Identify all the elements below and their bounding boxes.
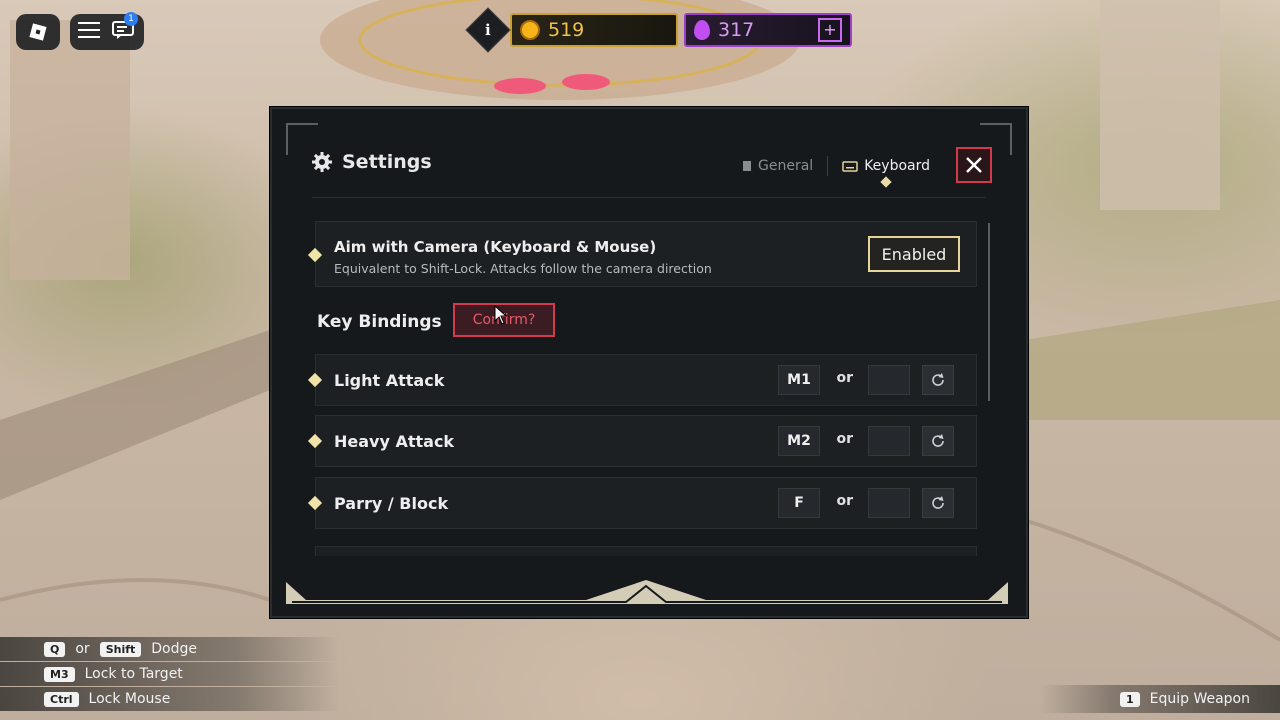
gem-amount: 317 (718, 19, 755, 41)
hint-equip-weapon: 1 Equip Weapon (1039, 685, 1280, 713)
chat-badge: 1 (124, 12, 138, 26)
row-diamond-marker (307, 495, 323, 511)
tab-keyboard-label: Keyboard (864, 158, 930, 174)
book-icon (743, 161, 751, 171)
secondary-key-slot[interactable] (868, 426, 910, 456)
aim-camera-description: Equivalent to Shift-Lock. Attacks follow… (334, 261, 712, 276)
gem-currency: 317 + (684, 13, 852, 47)
primary-key-slot[interactable]: M1 (778, 365, 820, 395)
binding-row-heavy-attack: Heavy Attack M2 or (307, 415, 977, 467)
settings-panel: Settings General Keyboard Aim with Camer… (270, 107, 1028, 618)
hint-label: Lock Mouse (88, 691, 171, 707)
aim-camera-title: Aim with Camera (Keyboard & Mouse) (334, 238, 657, 256)
scrollbar[interactable] (988, 223, 990, 401)
close-icon (966, 157, 982, 173)
header-divider (312, 197, 986, 198)
hint-or: or (75, 641, 90, 657)
binding-name: Parry / Block (334, 494, 449, 513)
top-left-controls: 1 (16, 12, 144, 50)
binding-row-light-attack: Light Attack M1 or (307, 354, 977, 406)
aim-camera-toggle[interactable]: Enabled (868, 236, 960, 272)
or-label: or (836, 370, 853, 386)
mouse-cursor-icon (494, 305, 508, 325)
hint-label: Equip Weapon (1149, 691, 1250, 707)
refresh-icon (932, 373, 944, 386)
hint-lock-mouse: Ctrl Lock Mouse (0, 687, 340, 711)
keyboard-icon (842, 161, 858, 172)
refresh-icon (932, 434, 944, 447)
settings-header: Settings (312, 151, 432, 173)
panel-bottom-ornament (286, 580, 1008, 604)
row-diamond-marker (307, 372, 323, 388)
keycap: Q (44, 641, 66, 657)
reset-binding-button[interactable] (922, 426, 954, 456)
refresh-icon (932, 496, 944, 509)
binding-row-partial (315, 546, 977, 556)
roblox-logo-icon (29, 23, 47, 41)
primary-key-slot[interactable]: F (778, 488, 820, 518)
or-label: or (836, 431, 853, 447)
keycap: Shift (99, 641, 142, 657)
info-icon: i (485, 20, 491, 39)
primary-key-slot[interactable]: M2 (778, 426, 820, 456)
settings-tabs: General Keyboard (742, 156, 930, 176)
row-diamond-marker (307, 433, 323, 449)
menu-chat-group: 1 (70, 12, 144, 50)
secondary-key-slot[interactable] (868, 365, 910, 395)
hint-dodge: Q or Shift Dodge (0, 637, 340, 661)
reset-binding-button[interactable] (922, 488, 954, 518)
binding-name: Light Attack (334, 371, 445, 390)
gold-amount: 519 (548, 19, 585, 41)
hint-lock-target: M3 Lock to Target (0, 662, 340, 686)
binding-name: Heavy Attack (334, 432, 455, 451)
or-label: or (836, 493, 853, 509)
hint-label: Lock to Target (84, 666, 183, 682)
tab-divider (827, 156, 829, 176)
gold-currency: 519 (510, 13, 678, 47)
close-button[interactable] (956, 147, 992, 183)
currency-bar: i 519 317 + (465, 7, 852, 53)
info-button[interactable]: i (465, 7, 511, 53)
buy-gems-button[interactable]: + (818, 18, 842, 42)
settings-title: Settings (342, 151, 432, 173)
roblox-logo-button[interactable] (16, 14, 60, 50)
gem-icon (694, 20, 710, 40)
control-hints: Q or Shift Dodge M3 Lock to Target Ctrl … (0, 637, 340, 712)
key-bindings-label: Key Bindings (317, 312, 442, 332)
aim-camera-setting: Aim with Camera (Keyboard & Mouse) Equiv… (307, 221, 977, 287)
keycap: 1 (1119, 691, 1140, 707)
keycap: Ctrl (44, 691, 79, 707)
keycap: M3 (44, 666, 75, 682)
gear-icon (312, 152, 332, 172)
reset-binding-button[interactable] (922, 365, 954, 395)
binding-row-parry-block: Parry / Block F or (307, 477, 977, 529)
tab-keyboard[interactable]: Keyboard (842, 158, 930, 174)
tab-general[interactable]: General (742, 158, 813, 174)
tab-general-label: General (758, 158, 814, 174)
secondary-key-slot[interactable] (868, 488, 910, 518)
coin-icon (520, 20, 540, 40)
row-diamond-marker (307, 247, 323, 263)
hamburger-menu-icon[interactable] (78, 21, 100, 43)
hint-label: Dodge (151, 641, 197, 657)
